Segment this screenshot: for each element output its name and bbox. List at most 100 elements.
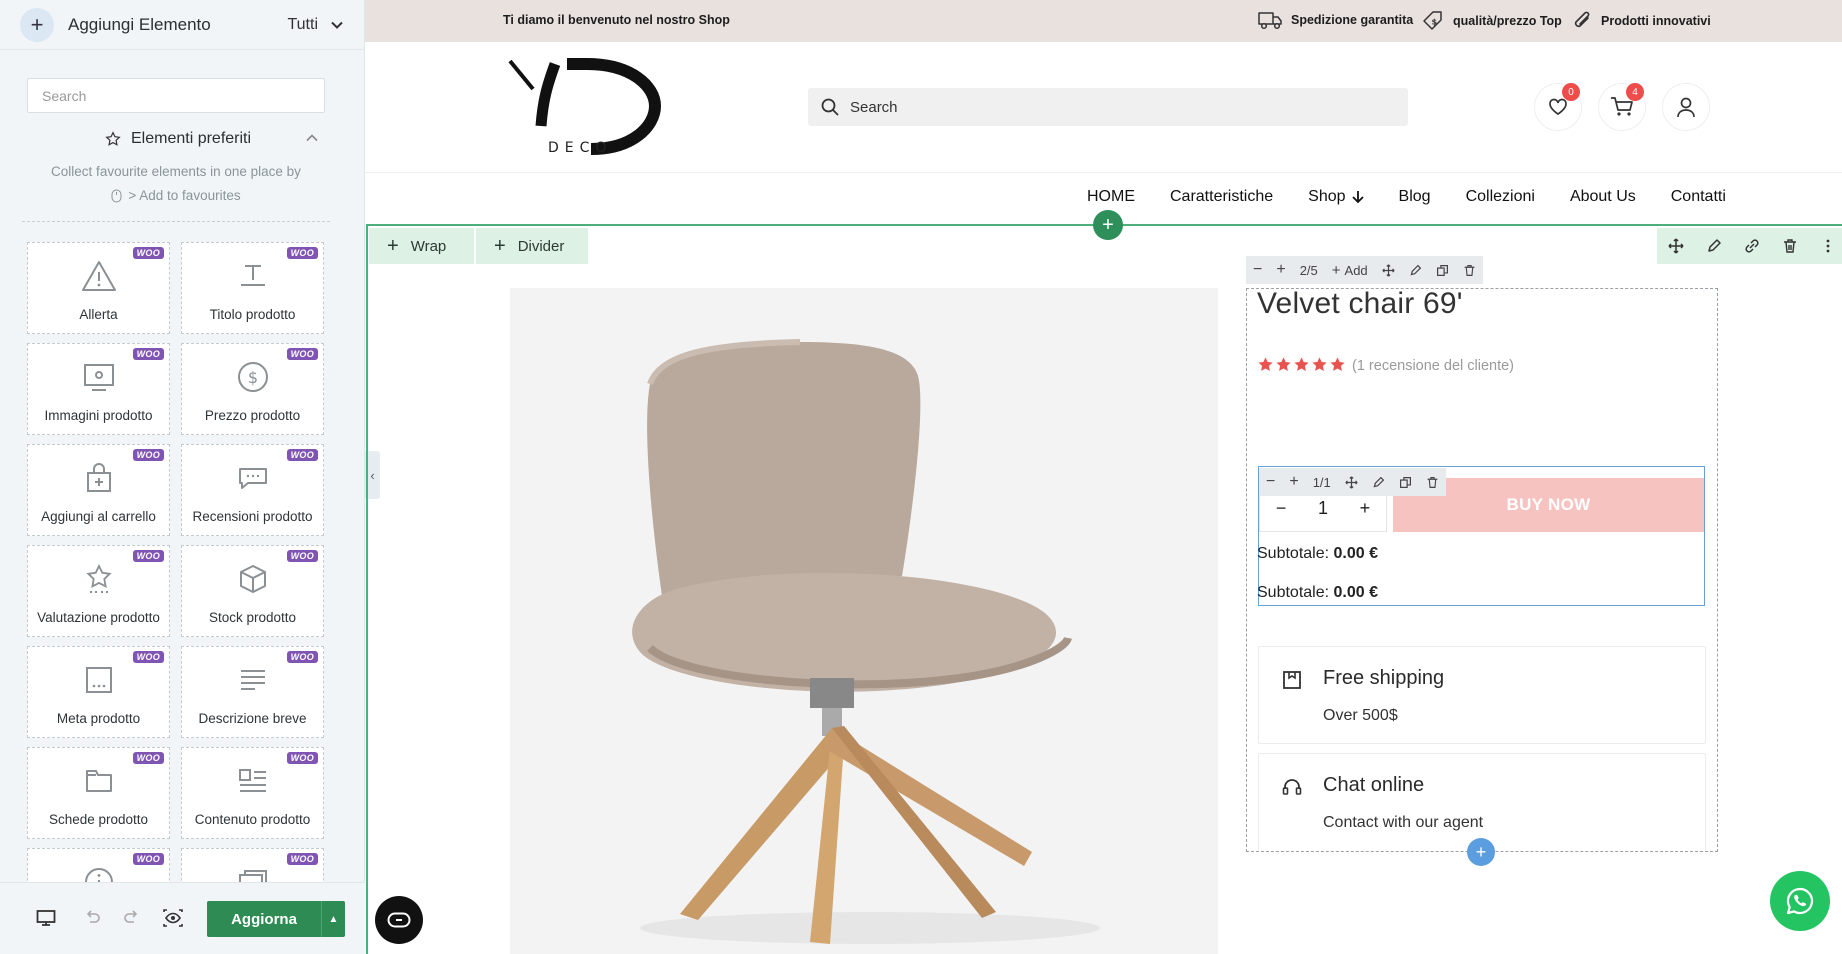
plus-icon: +: [1331, 261, 1341, 279]
preview-eye-icon[interactable]: [162, 909, 184, 927]
tile-add-to-cart[interactable]: WOO Aggiungi al carrello: [27, 444, 170, 536]
caret-up-icon[interactable]: ▲: [321, 901, 345, 937]
menu-item-contacts[interactable]: Contatti: [1671, 188, 1726, 206]
menu-item-features[interactable]: Caratteristiche: [1170, 188, 1273, 206]
tile-cards[interactable]: WOO: [181, 848, 324, 882]
qty-increase-button[interactable]: +: [1360, 498, 1371, 519]
star-icon: [1312, 357, 1327, 371]
tile-product-reviews[interactable]: WOO Recensioni prodotto: [181, 444, 324, 536]
favourites-title: Elementi preferiti: [131, 130, 252, 147]
filter-dropdown[interactable]: Tutti: [287, 16, 344, 34]
element-search-input[interactable]: Search: [27, 78, 325, 113]
perk-innovative: Prodotti innovativi: [1571, 9, 1711, 33]
tile-product-content[interactable]: WOO Contenuto prodotto: [181, 747, 324, 839]
tile-label: Recensioni prodotto: [192, 509, 313, 524]
subtotal-value: 0.00 €: [1333, 584, 1378, 601]
move-icon[interactable]: [1657, 228, 1695, 264]
woo-badge: WOO: [286, 752, 318, 764]
add-block-button[interactable]: +: [1467, 838, 1495, 866]
tile-label: Contenuto prodotto: [194, 812, 311, 827]
edit-icon[interactable]: [1402, 256, 1429, 284]
subtotal-row: Subtotale: 0.00 €: [1257, 545, 1378, 563]
svg-text:$: $: [247, 368, 257, 387]
undo-icon[interactable]: [84, 909, 102, 927]
perk-label: Prodotti innovativi: [1601, 14, 1711, 28]
tile-product-tabs[interactable]: WOO Schede prodotto: [27, 747, 170, 839]
duplicate-icon[interactable]: [1733, 228, 1771, 264]
delete-icon[interactable]: [1771, 228, 1809, 264]
add-button[interactable]: + Add: [1325, 256, 1375, 284]
product-image[interactable]: [510, 288, 1218, 954]
subtotal-label: Subtotale:: [1257, 584, 1330, 601]
menu-item-shop[interactable]: Shop: [1308, 188, 1364, 206]
menu-item-about[interactable]: About Us: [1570, 188, 1636, 206]
duplicate-icon[interactable]: [1392, 468, 1419, 496]
panel-header: + Aggiungi Elemento Tutti: [0, 0, 364, 50]
paperclip-icon: [1574, 11, 1590, 28]
qty-value: 1: [1317, 497, 1328, 518]
info-card-chat: Chat online Contact with our agent: [1258, 753, 1706, 851]
menu-item-collections[interactable]: Collezioni: [1466, 188, 1535, 206]
tile-label: Allerta: [79, 307, 118, 322]
site-logo[interactable]: DECO: [505, 56, 685, 156]
delete-icon[interactable]: [1419, 468, 1446, 496]
tile-product-title[interactable]: WOO Titolo prodotto: [181, 242, 324, 334]
add-section-button[interactable]: +: [1093, 210, 1123, 240]
perk-label: Spedizione garantita: [1291, 13, 1414, 27]
woo-badge: WOO: [286, 853, 318, 865]
add-divider-button[interactable]: + Divider: [476, 228, 588, 264]
update-button[interactable]: Aggiorna ▲: [207, 901, 345, 937]
add-wrap-button[interactable]: + Wrap: [369, 228, 474, 264]
subtotal-label: Subtotale:: [1257, 545, 1330, 562]
cards-icon: [233, 863, 273, 882]
menu-item-home[interactable]: HOME: [1087, 188, 1135, 206]
desktop-preview-icon[interactable]: [36, 909, 56, 927]
cart-button[interactable]: 4: [1598, 83, 1646, 131]
tile-info[interactable]: WOO: [27, 848, 170, 882]
minus-icon[interactable]: −: [1246, 256, 1269, 284]
tile-product-rating[interactable]: WOO Valutazione prodotto: [27, 545, 170, 637]
plus-icon[interactable]: +: [1282, 468, 1305, 496]
tile-product-images[interactable]: WOO Immagini prodotto: [27, 343, 170, 435]
tile-product-meta[interactable]: WOO Meta prodotto: [27, 646, 170, 738]
site-search-input[interactable]: Search: [808, 88, 1408, 126]
woo-badge: WOO: [132, 247, 164, 259]
edit-icon[interactable]: [1365, 468, 1392, 496]
tile-label: Meta prodotto: [56, 711, 141, 726]
delete-icon[interactable]: [1456, 256, 1483, 284]
more-options-icon[interactable]: [1809, 228, 1842, 264]
tile-short-description[interactable]: WOO Descrizione breve: [181, 646, 324, 738]
wishlist-button[interactable]: 0: [1534, 83, 1582, 131]
navigator-toggle-button[interactable]: [375, 896, 423, 944]
favourites-header[interactable]: Elementi preferiti: [105, 130, 251, 148]
tile-label: Titolo prodotto: [209, 307, 296, 322]
edit-icon[interactable]: [1695, 228, 1733, 264]
review-count-link[interactable]: (1 recensione del cliente): [1352, 358, 1514, 374]
tile-product-stock[interactable]: WOO Stock prodotto: [181, 545, 324, 637]
section-toolbar: [1657, 228, 1842, 264]
chevron-up-icon[interactable]: [305, 131, 319, 145]
chat-bubble-icon: [233, 459, 273, 497]
element-panel: + Aggiungi Elemento Tutti Search Element…: [0, 0, 365, 954]
add-element-icon[interactable]: +: [20, 7, 54, 42]
qty-decrease-button[interactable]: −: [1276, 498, 1287, 519]
add-label: Add: [1344, 262, 1368, 278]
wrap-label: Wrap: [410, 237, 447, 255]
account-button[interactable]: [1662, 83, 1710, 131]
user-icon: [1677, 97, 1695, 118]
tile-alert[interactable]: WOO Allerta: [27, 242, 170, 334]
whatsapp-chat-button[interactable]: [1770, 871, 1830, 931]
minus-icon[interactable]: −: [1259, 468, 1282, 496]
plus-icon[interactable]: +: [1269, 256, 1292, 284]
redo-icon[interactable]: [122, 909, 140, 927]
duplicate-icon[interactable]: [1429, 256, 1456, 284]
column-counter: 2/5: [1299, 262, 1318, 278]
meta-box-icon: [79, 661, 119, 699]
menu-item-blog[interactable]: Blog: [1399, 188, 1431, 206]
move-icon[interactable]: [1375, 256, 1402, 284]
woo-badge: WOO: [132, 853, 164, 865]
move-icon[interactable]: [1338, 468, 1365, 496]
text-lines-icon: [233, 661, 273, 699]
tile-product-price[interactable]: WOO $ Prezzo prodotto: [181, 343, 324, 435]
filter-value: Tutti: [287, 15, 318, 33]
